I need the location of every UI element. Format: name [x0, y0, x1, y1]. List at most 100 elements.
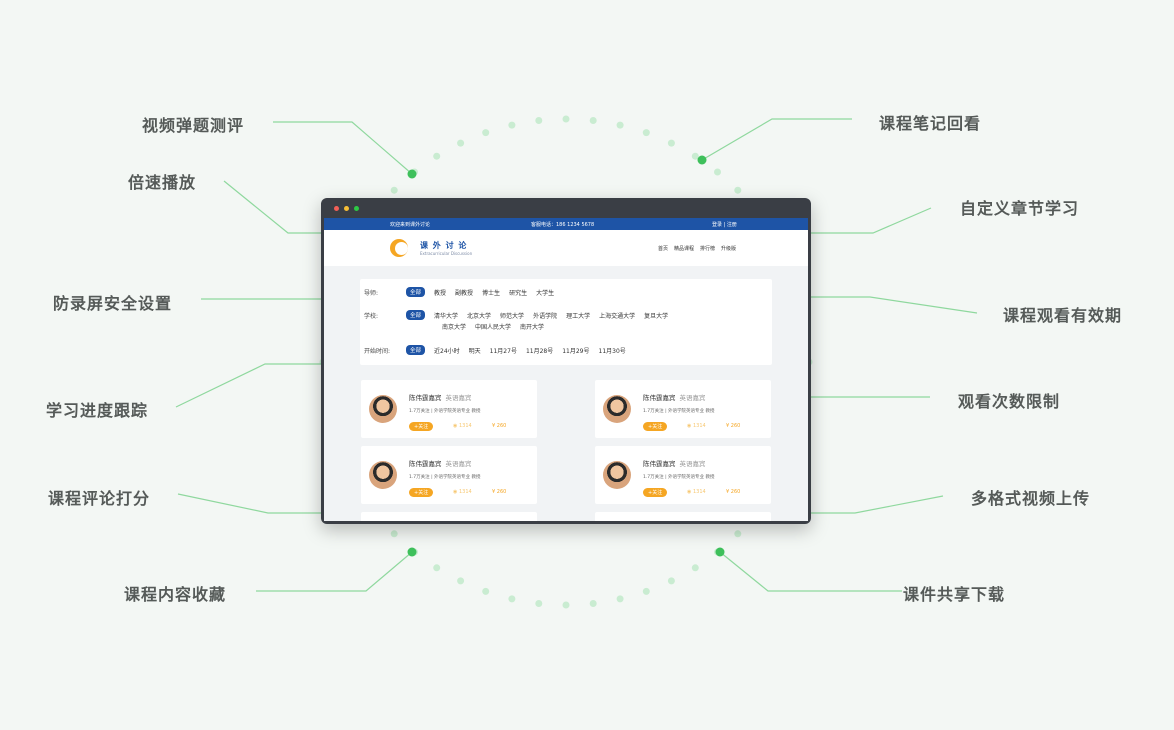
ring-dot [589, 600, 597, 607]
guest-name: 陈伟霆嘉宾 [409, 394, 442, 402]
connector-line [273, 121, 413, 175]
ring-dot [562, 601, 570, 609]
close-icon[interactable] [334, 206, 339, 211]
filter-label: 开始时间: [364, 347, 391, 355]
filter-label: 学校: [364, 312, 379, 320]
guest-tag: 英语嘉宾 [679, 460, 706, 468]
window-controls [334, 206, 359, 211]
guest-tag: 英语嘉宾 [679, 394, 706, 402]
follow-button[interactable]: +关注 [409, 422, 434, 431]
follow-button[interactable]: +关注 [643, 488, 668, 497]
guest-name-line: 陈伟霆嘉宾 英语嘉宾 [643, 458, 706, 468]
connector-line [223, 180, 322, 234]
filter-option[interactable]: 11月28号 [526, 346, 553, 355]
guest-info: 1.7万关注 | 外语学院英语专业 教授 [643, 409, 715, 414]
filter-chip-all[interactable]: 全部 [406, 310, 426, 320]
filter-option[interactable]: 11月29号 [562, 346, 589, 355]
ring-dot [616, 595, 624, 603]
connector-line [811, 296, 978, 314]
ring-dot [433, 152, 441, 160]
filter-option[interactable]: 11月30号 [599, 346, 626, 355]
price: ¥ 260 [726, 489, 741, 495]
avatar [603, 461, 631, 489]
connector-line [719, 551, 902, 592]
view-count: ◉ 1314 [453, 489, 472, 495]
connector-line [175, 363, 322, 408]
view-count: ◉ 1314 [453, 423, 472, 429]
filter-option[interactable]: 大学生 [536, 288, 554, 297]
nav-item[interactable]: 精品课程 [674, 245, 694, 252]
filter-option[interactable]: 副教授 [455, 288, 473, 297]
filter-option[interactable]: 复旦大学 [644, 311, 668, 320]
endpoint-dot [697, 155, 707, 165]
feature-label-right: 观看次数限制 [958, 392, 1061, 411]
guest-card[interactable]: 陈伟霆嘉宾 英语嘉宾 1.7万关注 | 外语学院英语专业 教授 +关注 ◉ 131… [361, 446, 537, 504]
filter-label: 导师: [364, 289, 379, 297]
avatar [603, 395, 631, 423]
filter-option[interactable]: 明天 [469, 346, 481, 355]
feature-label-left: 学习进度跟踪 [46, 401, 149, 420]
feature-label-right: 课件共享下载 [903, 585, 1006, 604]
price: ¥ 260 [492, 423, 507, 429]
guest-card[interactable]: 陈伟霆嘉宾 英语嘉宾 1.7万关注 | 外语学院英语专业 教授 +关注 ◉ 131… [595, 446, 771, 504]
welcome-text: 欢迎来到课外讨论 [390, 222, 431, 228]
filter-row-tutor: 导师: 全部 教授 副教授 博士生 研究生 大学生 [364, 287, 554, 297]
filter-chip-all[interactable]: 全部 [406, 345, 426, 355]
guest-name: 陈伟霆嘉宾 [643, 460, 676, 468]
nav-item[interactable]: 首页 [658, 245, 668, 252]
filter-option[interactable]: 理工大学 [566, 311, 590, 320]
guest-name-line: 陈伟霆嘉宾 英语嘉宾 [409, 458, 472, 468]
view-count: ◉ 1314 [687, 489, 706, 495]
guest-card-partial[interactable] [595, 512, 771, 521]
feature-label-left: 课程评论打分 [48, 489, 151, 508]
ring-dot [482, 129, 490, 137]
feature-label-left: 视频弹题测评 [142, 116, 245, 135]
nav-item[interactable]: 升级版 [721, 245, 736, 252]
filter-option[interactable]: 上海交通大学 [599, 311, 635, 320]
follow-button[interactable]: +关注 [643, 422, 668, 431]
guest-card-partial[interactable] [361, 512, 537, 521]
brand-logo-icon[interactable] [390, 239, 408, 257]
feature-label-right: 课程观看有效期 [1003, 306, 1123, 325]
guest-card[interactable]: 陈伟霆嘉宾 英语嘉宾 1.7万关注 | 外语学院英语专业 教授 +关注 ◉ 131… [595, 380, 771, 438]
ring-dot [508, 595, 516, 603]
ring-dot [691, 564, 699, 572]
ring-dot [616, 121, 624, 129]
maximize-icon[interactable] [354, 206, 359, 211]
filter-option[interactable]: 中国人民大学 [475, 322, 511, 331]
feature-label-right: 自定义章节学习 [960, 199, 1080, 218]
feature-label-right: 课程笔记回看 [879, 114, 982, 133]
filter-chip-all[interactable]: 全部 [406, 287, 426, 297]
filter-option[interactable]: 近24小时 [434, 346, 460, 355]
minimize-icon[interactable] [344, 206, 349, 211]
filter-option[interactable]: 11月27号 [490, 346, 517, 355]
feature-label-right: 多格式视频上传 [971, 489, 1091, 508]
endpoint-dot [715, 547, 725, 557]
filter-row-school-cont: 南京大学 中国人民大学 南开大学 [442, 322, 544, 331]
guest-card[interactable]: 陈伟霆嘉宾 英语嘉宾 1.7万关注 | 外语学院英语专业 教授 +关注 ◉ 131… [361, 380, 537, 438]
filter-option[interactable]: 北京大学 [467, 311, 491, 320]
nav-item[interactable]: 排行榜 [700, 245, 715, 252]
ring-dot [390, 530, 398, 538]
follow-button[interactable]: +关注 [409, 488, 434, 497]
ring-dot [508, 121, 516, 129]
filter-option[interactable]: 南开大学 [520, 322, 544, 331]
filter-option[interactable]: 师范大学 [500, 311, 524, 320]
ring-dot [589, 117, 597, 124]
avatar [369, 461, 397, 489]
ring-dot [642, 129, 650, 137]
filter-option[interactable]: 博士生 [482, 288, 500, 297]
filter-option[interactable]: 南京大学 [442, 322, 466, 331]
filter-option[interactable]: 研究生 [509, 288, 527, 297]
connector-line [177, 493, 322, 514]
guest-tag: 英语嘉宾 [445, 394, 472, 402]
filter-option[interactable]: 教授 [434, 288, 446, 297]
filter-option[interactable]: 清华大学 [434, 311, 458, 320]
login-register-link[interactable]: 登录 | 注册 [712, 221, 737, 228]
filter-option[interactable]: 外语学院 [533, 311, 557, 320]
guest-name-line: 陈伟霆嘉宾 英语嘉宾 [409, 392, 472, 402]
feature-label-left: 课程内容收藏 [124, 585, 227, 604]
guest-info: 1.7万关注 | 外语学院英语专业 教授 [643, 475, 715, 480]
site-header: 课 外 讨 论 Extracurricular Discussion 首页 精品… [324, 230, 808, 266]
browser-window: 欢迎来到课外讨论 客服电话：186 1234 5678 登录 | 注册 课 外 … [321, 198, 811, 524]
